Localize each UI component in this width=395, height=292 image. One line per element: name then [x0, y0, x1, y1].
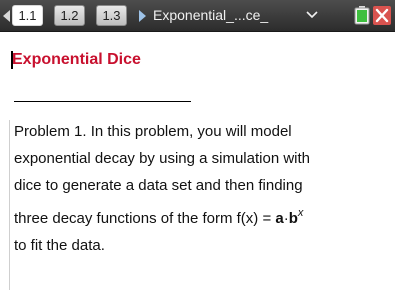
notes-page[interactable]: Exponential Dice Problem 1. In this prob… [0, 32, 395, 292]
tab-1-2[interactable]: 1.2 [54, 5, 85, 26]
paragraph-line: to fit the data. [14, 237, 105, 254]
close-icon [375, 8, 389, 23]
document-title[interactable]: Exponential_...ce_ [153, 7, 268, 23]
formula-b: b [288, 210, 298, 227]
tab-1-3[interactable]: 1.3 [96, 5, 127, 26]
document-toolbar: 1.1 1.2 1.3 Exponential_...ce_ [0, 0, 395, 32]
paragraph-line: Problem 1. In this problem, you will mod… [14, 123, 292, 140]
paragraph-line: exponential decay by using a simulation … [14, 150, 311, 167]
next-page-arrow-icon[interactable] [139, 10, 146, 22]
tab-1-1[interactable]: 1.1 [12, 5, 43, 26]
tab-label: 1.3 [102, 8, 121, 23]
tab-label: 1.1 [18, 8, 37, 23]
formula-prefix: three decay functions of the form f(x) = [14, 210, 276, 227]
paragraph-line-formula: three decay functions of the form f(x) =… [14, 207, 389, 228]
paragraph-line: dice to generate a data set and then fin… [14, 177, 303, 194]
page-title: Exponential Dice [12, 51, 141, 68]
close-button[interactable] [373, 6, 391, 25]
formula-a: a [275, 210, 284, 227]
divider-line [14, 101, 191, 102]
previous-page-arrow-icon[interactable] [3, 10, 10, 22]
tab-label: 1.2 [60, 8, 79, 23]
page-margin-line [9, 120, 10, 290]
chevron-down-icon[interactable] [306, 11, 318, 19]
formula-exponent: x [297, 207, 304, 219]
battery-icon [354, 6, 370, 25]
